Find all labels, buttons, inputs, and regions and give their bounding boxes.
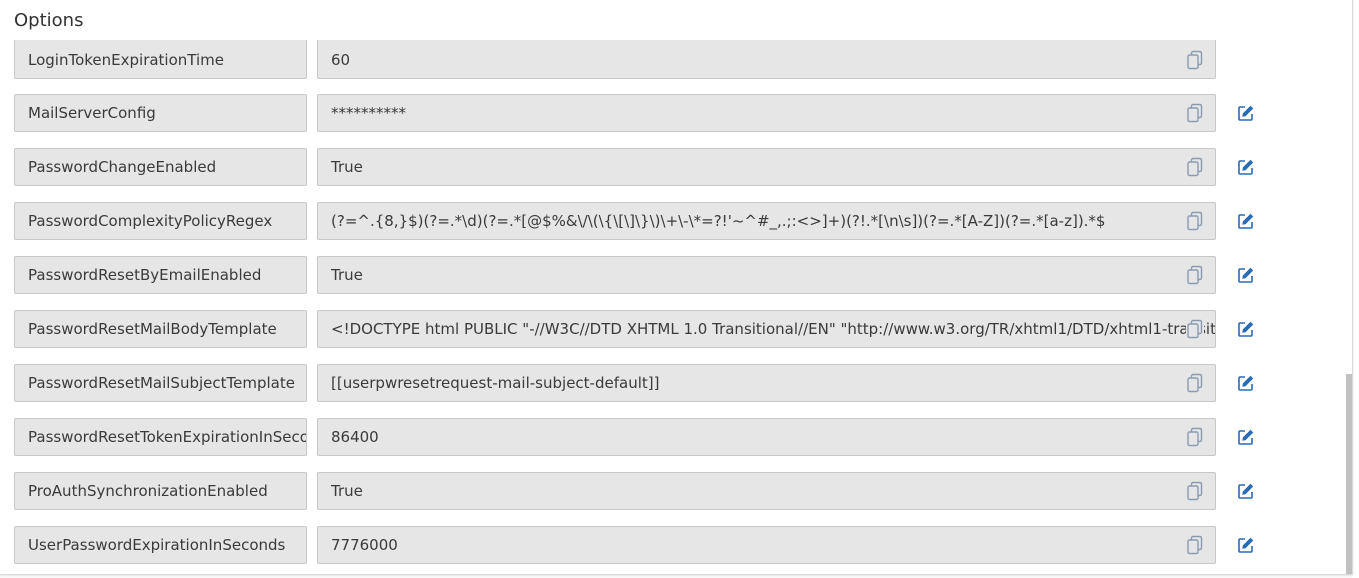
option-value[interactable]: 60 (317, 40, 1216, 79)
option-key: PasswordChangeEnabled (14, 148, 307, 186)
edit-icon[interactable] (1237, 482, 1255, 500)
copy-icon[interactable] (1186, 427, 1204, 447)
options-panel: Options LoginTokenExpirationTime 60 Mail… (0, 0, 1353, 575)
copy-icon[interactable] (1186, 481, 1204, 501)
option-key: PasswordResetTokenExpirationInSeconds (14, 418, 307, 456)
copy-icon[interactable] (1186, 50, 1204, 70)
copy-icon[interactable] (1186, 373, 1204, 393)
options-list: LoginTokenExpirationTime 60 MailServerCo… (0, 40, 1340, 574)
option-value[interactable]: 86400 (317, 418, 1216, 456)
option-value[interactable]: [[userpwresetrequest-mail-subject-defaul… (317, 364, 1216, 402)
option-key: PasswordResetMailBodyTemplate (14, 310, 307, 348)
option-key: PasswordResetMailSubjectTemplate (14, 364, 307, 402)
option-row-3: PasswordComplexityPolicyRegex (?=^.{8,}$… (0, 202, 1340, 256)
option-key: UserPasswordExpirationInSeconds (14, 526, 307, 564)
option-value[interactable]: ********** (317, 94, 1216, 132)
option-row-1: MailServerConfig ********** (0, 94, 1340, 148)
option-value[interactable]: True (317, 256, 1216, 294)
option-key: PasswordResetByEmailEnabled (14, 256, 307, 294)
edit-icon[interactable] (1237, 320, 1255, 338)
copy-icon[interactable] (1186, 319, 1204, 339)
copy-icon[interactable] (1186, 535, 1204, 555)
option-value[interactable]: True (317, 472, 1216, 510)
copy-icon[interactable] (1186, 103, 1204, 123)
option-row-0: LoginTokenExpirationTime 60 (0, 40, 1340, 79)
option-row-9: UserPasswordExpirationInSeconds 7776000 (0, 526, 1340, 574)
copy-icon[interactable] (1186, 211, 1204, 231)
option-key: LoginTokenExpirationTime (14, 40, 307, 79)
copy-icon[interactable] (1186, 265, 1204, 285)
panel-title: Options (14, 10, 84, 31)
copy-icon[interactable] (1186, 157, 1204, 177)
option-key: ProAuthSynchronizationEnabled (14, 472, 307, 510)
edit-icon[interactable] (1237, 104, 1255, 122)
option-row-8: ProAuthSynchronizationEnabled True (0, 472, 1340, 526)
option-row-2: PasswordChangeEnabled True (0, 148, 1340, 202)
option-value[interactable]: (?=^.{8,}$)(?=.*\d)(?=.*[@$%&\/\(\{\[\]\… (317, 202, 1216, 240)
edit-icon[interactable] (1237, 428, 1255, 446)
option-value[interactable]: True (317, 148, 1216, 186)
option-value[interactable]: <!DOCTYPE html PUBLIC "-//W3C//DTD XHTML… (317, 310, 1216, 348)
edit-icon[interactable] (1237, 266, 1255, 284)
option-value[interactable]: 7776000 (317, 526, 1216, 564)
edit-icon[interactable] (1237, 212, 1255, 230)
option-row-5: PasswordResetMailBodyTemplate <!DOCTYPE … (0, 310, 1340, 364)
edit-icon[interactable] (1237, 158, 1255, 176)
vertical-scrollbar[interactable] (1344, 40, 1352, 574)
option-row-4: PasswordResetByEmailEnabled True (0, 256, 1340, 310)
option-key: PasswordComplexityPolicyRegex (14, 202, 307, 240)
option-key: MailServerConfig (14, 94, 307, 132)
option-row-7: PasswordResetTokenExpirationInSeconds 86… (0, 418, 1340, 472)
scrollbar-thumb[interactable] (1346, 374, 1352, 574)
edit-icon[interactable] (1237, 536, 1255, 554)
option-row-6: PasswordResetMailSubjectTemplate [[userp… (0, 364, 1340, 418)
edit-icon[interactable] (1237, 374, 1255, 392)
